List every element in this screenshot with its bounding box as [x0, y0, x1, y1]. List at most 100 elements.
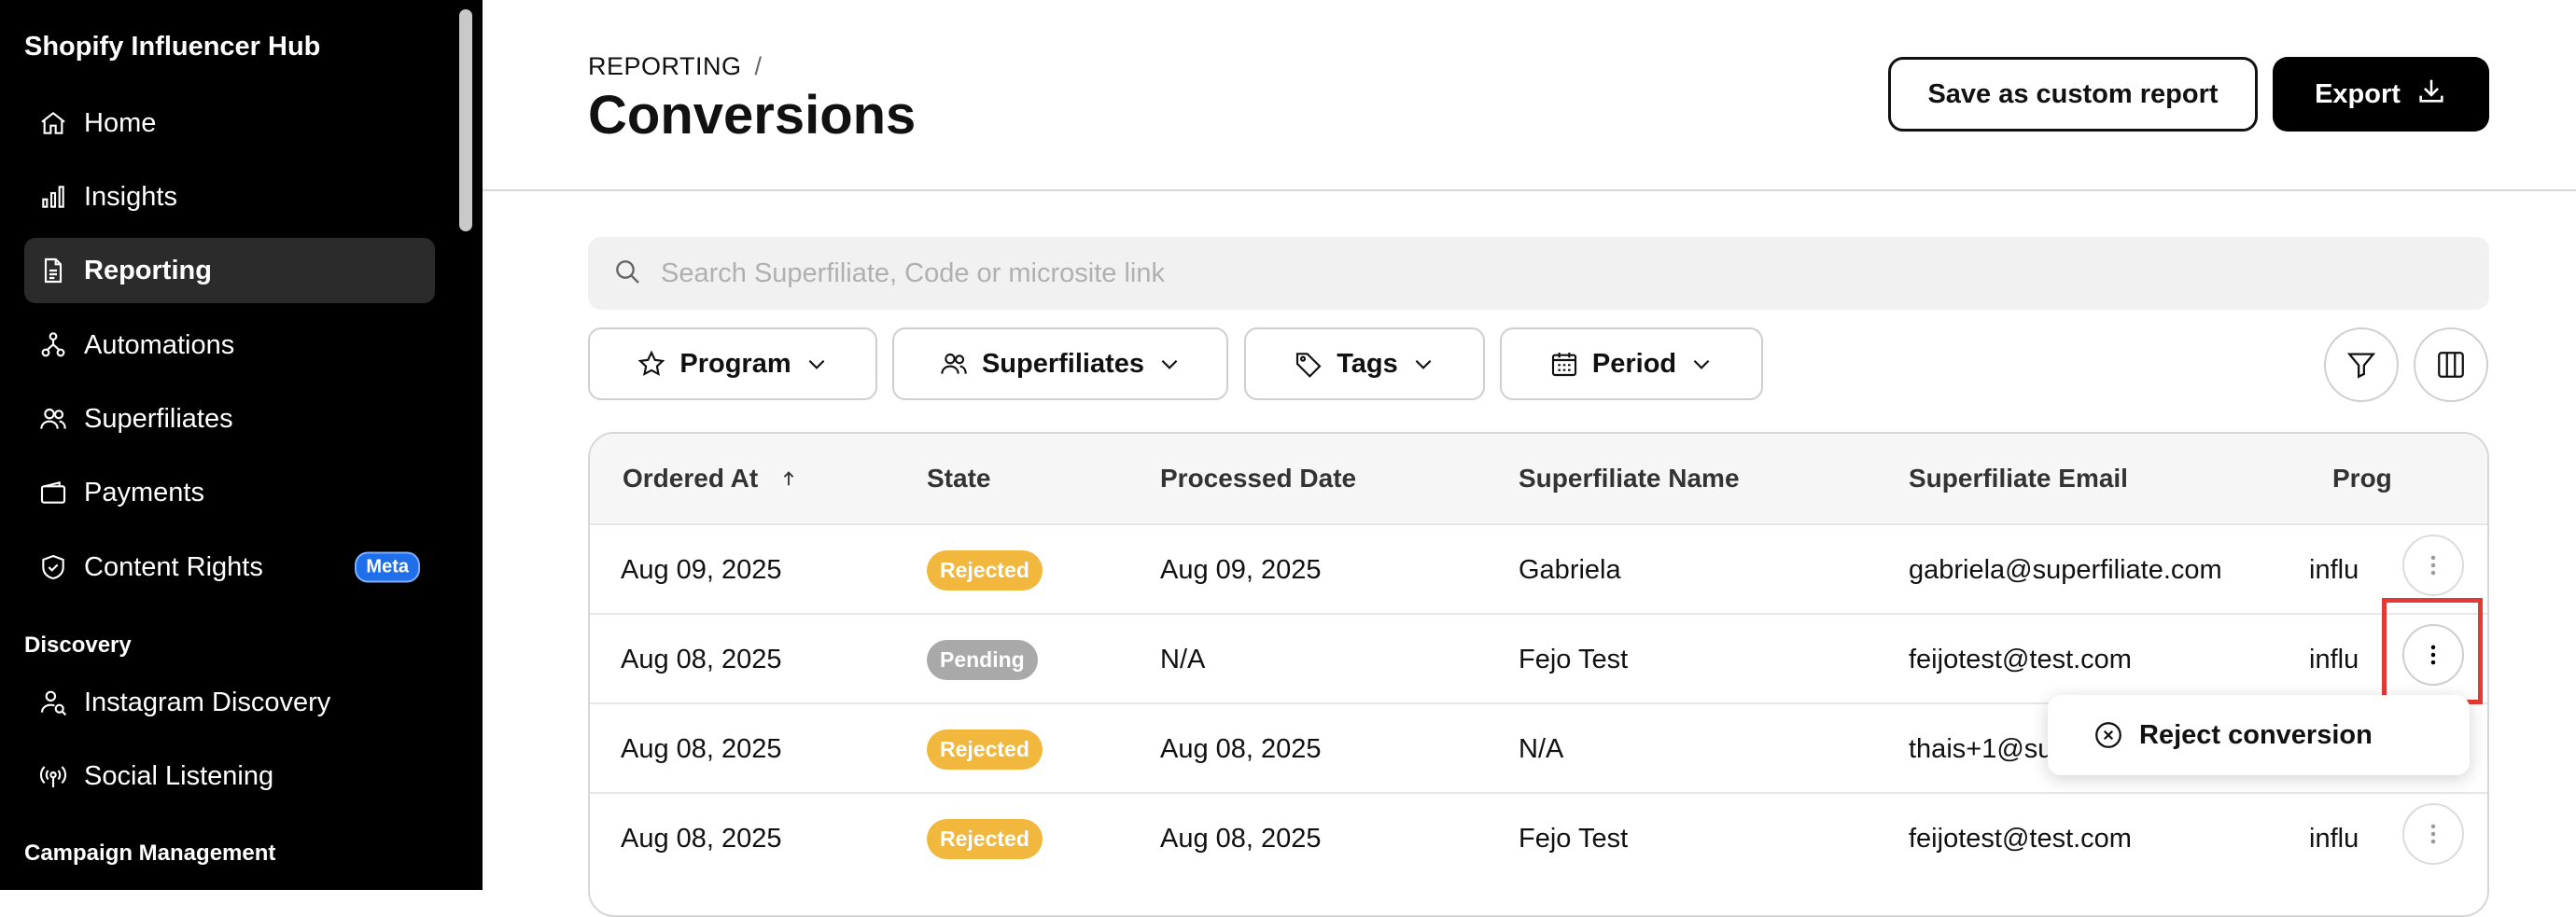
more-vertical-icon	[2430, 824, 2436, 844]
sidebar-item-social-listening[interactable]: Social Listening	[24, 743, 435, 809]
automation-icon	[37, 329, 69, 361]
sidebar-item-reporting[interactable]: Reporting	[24, 238, 435, 303]
table-header: Ordered At State Processed Date Superfil…	[590, 434, 2487, 523]
sidebar-item-payments[interactable]: Payments	[24, 460, 435, 525]
sidebar-item-content-rights[interactable]: Content Rights Meta	[24, 535, 435, 600]
filter-period[interactable]: Period	[1500, 327, 1763, 400]
status-badge: Rejected	[927, 729, 1043, 770]
close-circle-icon	[2095, 722, 2121, 748]
table-row[interactable]: Aug 08, 2025 Pending N/A Fejo Test feijo…	[590, 613, 2487, 704]
status-badge: Pending	[927, 639, 1038, 680]
column-header-superfiliate-email[interactable]: Superfiliate Email	[1909, 434, 2128, 523]
calendar-icon	[1551, 353, 1576, 377]
filter-superfiliates[interactable]: Superfiliates	[892, 327, 1228, 400]
columns-icon	[2438, 352, 2464, 378]
user-search-icon	[37, 687, 69, 718]
row-actions-button[interactable]	[2402, 624, 2464, 686]
filter-period-label: Period	[1591, 348, 1677, 379]
shield-icon	[37, 551, 69, 583]
cell-program: influ	[2309, 554, 2359, 585]
more-vertical-icon	[2430, 645, 2436, 665]
sidebar-scrollbar-thumb[interactable]	[459, 9, 472, 231]
sidebar-item-label: Content Rights	[84, 551, 263, 582]
status-badge: Rejected	[927, 818, 1043, 859]
cell-superfiliate-name: N/A	[1519, 733, 1564, 764]
cell-ordered-at: Aug 09, 2025	[621, 554, 782, 585]
sidebar: Shopify Influencer Hub Home Insights Rep…	[0, 0, 483, 890]
sidebar-item-label: Reporting	[84, 255, 212, 285]
sidebar-item-label: Insights	[84, 181, 177, 212]
sidebar-item-label: Home	[84, 107, 157, 138]
sidebar-item-home[interactable]: Home	[24, 90, 435, 156]
tag-icon	[1296, 353, 1322, 378]
column-header-superfiliate-name[interactable]: Superfiliate Name	[1519, 434, 1740, 523]
advanced-filter-button[interactable]	[2324, 327, 2399, 402]
sidebar-item-label: Payments	[84, 477, 204, 507]
breadcrumb: REPORTING /	[588, 52, 763, 81]
reject-conversion-menu-item[interactable]: Reject conversion	[2093, 719, 2373, 751]
filter-tags[interactable]: Tags	[1244, 327, 1485, 400]
cell-processed-date: N/A	[1160, 644, 1206, 674]
sidebar-item-superfiliates[interactable]: Superfiliates	[24, 386, 435, 452]
column-header-ordered-at[interactable]: Ordered At	[623, 434, 799, 523]
search-icon	[612, 257, 659, 291]
cell-state: Pending	[927, 615, 1038, 704]
reject-conversion-label: Reject conversion	[2139, 719, 2373, 750]
export-button[interactable]: Export	[2273, 57, 2489, 132]
cell-ordered-at: Aug 08, 2025	[621, 644, 782, 674]
filter-program-label: Program	[679, 348, 791, 379]
sidebar-item-instagram-discovery[interactable]: Instagram Discovery	[24, 670, 435, 735]
chevron-down-icon	[808, 359, 824, 369]
conversions-table: Ordered At State Processed Date Superfil…	[588, 432, 2489, 917]
filter-tags-label: Tags	[1337, 348, 1398, 379]
sidebar-item-automations[interactable]: Automations	[24, 313, 435, 378]
cell-program: influ	[2309, 644, 2359, 674]
cell-state: Rejected	[927, 525, 1043, 615]
cell-superfiliate-email: feijotest@test.com	[1909, 823, 2132, 854]
brand-name: Shopify Influencer Hub	[24, 32, 321, 62]
cell-superfiliate-name: Fejo Test	[1519, 823, 1629, 854]
sort-ascending-icon[interactable]	[778, 468, 799, 489]
column-header-processed-date[interactable]: Processed Date	[1160, 434, 1356, 523]
cell-processed-date: Aug 09, 2025	[1160, 554, 1322, 585]
cell-superfiliate-name: Fejo Test	[1519, 644, 1629, 674]
columns-toggle-button[interactable]	[2414, 327, 2488, 402]
search-input[interactable]	[659, 257, 2343, 290]
star-icon	[637, 350, 665, 376]
save-custom-report-button[interactable]: Save as custom report	[1888, 57, 2258, 132]
filter-superfiliates-label: Superfiliates	[981, 348, 1145, 379]
bar-chart-icon	[37, 181, 69, 213]
chevron-down-icon	[1161, 359, 1178, 369]
sidebar-item-label: Superfiliates	[84, 403, 233, 434]
users-icon	[37, 403, 69, 435]
column-header-label: Ordered At	[623, 464, 759, 493]
chevron-down-icon	[1693, 359, 1710, 369]
search-bar[interactable]	[588, 237, 2489, 310]
home-icon	[37, 107, 69, 139]
column-header-state[interactable]: State	[927, 434, 990, 523]
cell-ordered-at: Aug 08, 2025	[621, 823, 782, 854]
funnel-icon	[2346, 353, 2376, 379]
cell-state: Rejected	[927, 794, 1043, 883]
row-actions-button[interactable]	[2402, 535, 2464, 596]
broadcast-icon	[37, 760, 69, 792]
table-row[interactable]: Aug 08, 2025 Rejected Aug 08, 2025 Fejo …	[590, 792, 2487, 883]
chevron-down-icon	[1415, 359, 1432, 369]
sidebar-item-insights[interactable]: Insights	[24, 164, 435, 229]
export-label: Export	[2315, 78, 2401, 109]
column-header-program[interactable]: Prog	[2332, 434, 2392, 523]
row-actions-menu: Reject conversion	[2048, 695, 2470, 775]
section-label-campaign-management: Campaign Management	[24, 841, 276, 866]
breadcrumb-reporting[interactable]: REPORTING	[588, 52, 742, 80]
table-row[interactable]: Aug 09, 2025 Rejected Aug 09, 2025 Gabri…	[590, 523, 2487, 615]
users-icon	[941, 353, 967, 374]
section-label-discovery: Discovery	[24, 632, 132, 658]
save-custom-report-label: Save as custom report	[1927, 78, 2219, 109]
cell-state: Rejected	[927, 704, 1043, 794]
filter-program[interactable]: Program	[588, 327, 877, 400]
row-actions-button[interactable]	[2402, 803, 2464, 865]
page-title: Conversions	[588, 85, 917, 146]
cell-processed-date: Aug 08, 2025	[1160, 823, 1322, 854]
sidebar-item-label: Instagram Discovery	[84, 687, 331, 717]
status-badge: Rejected	[927, 549, 1043, 590]
